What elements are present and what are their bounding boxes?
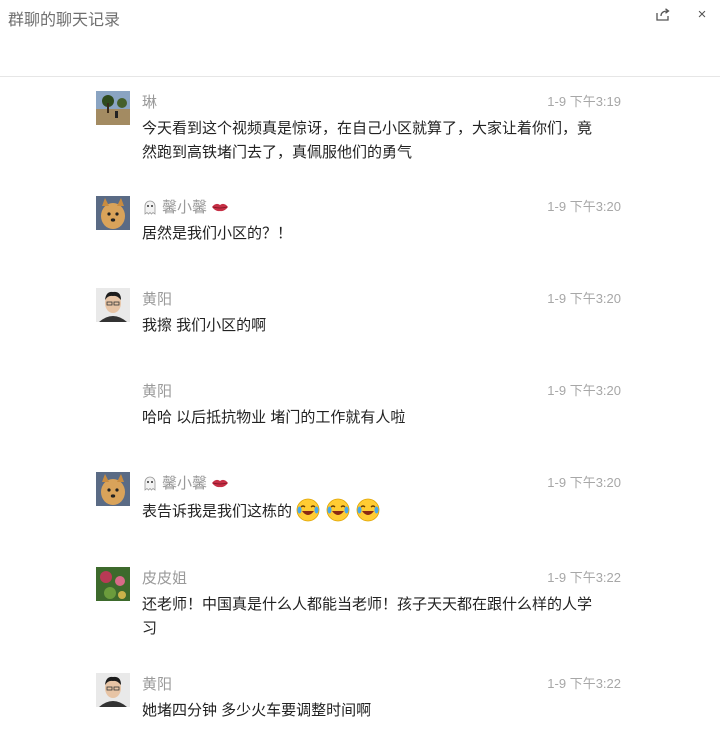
man-avatar-icon [96, 288, 130, 322]
man-avatar-icon [96, 673, 130, 707]
share-icon[interactable] [652, 4, 674, 24]
ghost-icon [144, 476, 156, 491]
message-time: 1-9 下午3:20 [547, 291, 621, 306]
message-text: 今天看到这个视频真是惊讶，在自己小区就算了，大家让着你们，竟然跑到高铁堵门去了，… [142, 120, 593, 161]
avatar[interactable] [96, 673, 130, 707]
chat-message: 馨小馨 1-9 下午3:20 居然是我们小区的？！ [96, 196, 626, 248]
laughing-crying-emoji-icon [296, 498, 320, 522]
message-time: 1-9 下午3:20 [547, 199, 621, 214]
message-text: 我擦 我们小区的啊 [142, 317, 267, 334]
laughing-crying-emoji-icon [326, 498, 350, 522]
close-button[interactable]: × [691, 4, 713, 24]
dog-avatar-icon [96, 472, 130, 506]
message-time: 1-9 下午3:22 [547, 676, 621, 691]
sender-name: 琳 [142, 94, 158, 111]
message-time: 1-9 下午3:19 [547, 94, 621, 109]
close-icon: × [697, 5, 707, 23]
sender-name: 黄阳 [142, 291, 173, 308]
laughing-crying-emoji-icon [356, 498, 380, 522]
message-text: 还老师！中国真是什么人都能当老师！孩子天天都在跟什么样的人学习 [142, 596, 593, 637]
dog-avatar-icon [96, 196, 130, 230]
sender-name: 馨小馨 [142, 472, 229, 493]
window-title: 群聊的聊天记录 [8, 12, 121, 29]
chat-message: 黄阳 1-9 下午3:22 她堵四分钟 多少火车要调整时间啊 [96, 673, 626, 725]
avatar[interactable] [96, 91, 130, 125]
ghost-icon [144, 200, 156, 215]
chat-message: 黄阳 1-9 下午3:20 我擦 我们小区的啊 [96, 288, 626, 340]
message-text: 哈哈 以后抵抗物业 堵门的工作就有人啦 [142, 409, 406, 426]
chat-message: 馨小馨 1-9 下午3:20 表告诉我是我们这栋的 [96, 472, 626, 532]
message-time: 1-9 下午3:22 [547, 570, 621, 585]
flower-avatar-icon [96, 567, 130, 601]
chat-message: 黄阳 1-9 下午3:20 哈哈 以后抵抗物业 堵门的工作就有人啦 [96, 380, 626, 432]
lips-icon [212, 479, 229, 487]
avatar[interactable] [96, 196, 130, 230]
chat-message: 皮皮姐 1-9 下午3:22 还老师！中国真是什么人都能当老师！孩子天天都在跟什… [96, 567, 626, 639]
message-text: 她堵四分钟 多少火车要调整时间啊 [142, 702, 372, 719]
message-time: 1-9 下午3:20 [547, 475, 621, 490]
avatar[interactable] [96, 472, 130, 506]
sender-name: 馨小馨 [142, 196, 229, 217]
sender-name: 黄阳 [142, 676, 173, 693]
lips-icon [212, 203, 229, 211]
sender-name: 黄阳 [142, 383, 173, 400]
avatar[interactable] [96, 567, 130, 601]
message-time: 1-9 下午3:20 [547, 383, 621, 398]
message-text: 表告诉我是我们这栋的 [142, 498, 602, 524]
title-bar: 群聊的聊天记录 × [0, 0, 720, 77]
landscape-avatar-icon [96, 91, 130, 125]
sender-name: 皮皮姐 [142, 570, 188, 587]
chat-message: 琳 1-9 下午3:19 今天看到这个视频真是惊讶，在自己小区就算了，大家让着你… [96, 91, 626, 163]
message-text: 居然是我们小区的？！ [142, 225, 293, 242]
avatar[interactable] [96, 288, 130, 322]
